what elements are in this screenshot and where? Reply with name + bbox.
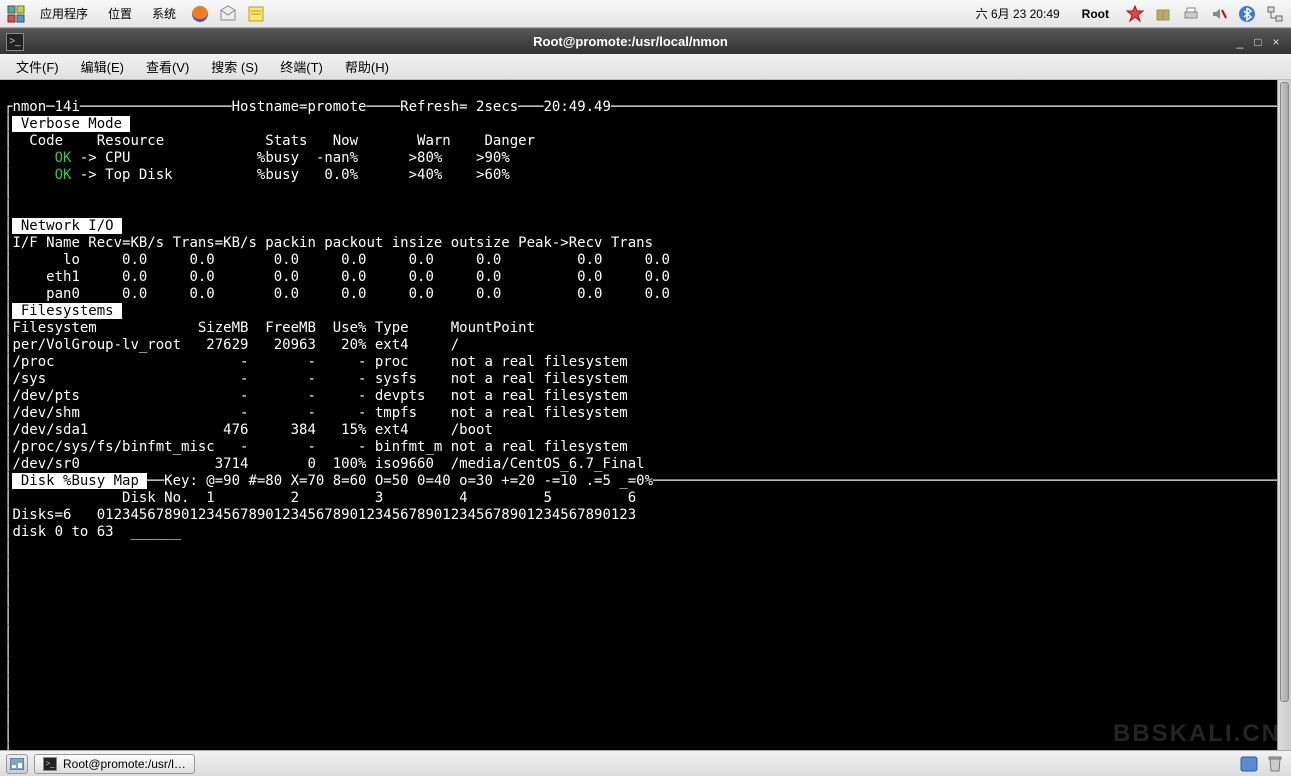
taskbar-label: Root@promote:/usr/l… bbox=[63, 757, 186, 771]
topdisk-row: -> Top Disk %busy 0.0% >40% >60% bbox=[71, 167, 509, 183]
workspace-switcher-icon[interactable] bbox=[1239, 754, 1259, 774]
scrollbar-thumb[interactable] bbox=[1280, 82, 1289, 702]
disk-busy-row: disk 0 to 63 ______ bbox=[12, 524, 181, 540]
window-title: Root@promote:/usr/local/nmon bbox=[30, 34, 1231, 49]
menu-applications[interactable]: 应用程序 bbox=[34, 3, 94, 24]
filesystems-title: Filesystems bbox=[12, 303, 122, 319]
net-row-pan0: pan0 0.0 0.0 0.0 0.0 0.0 0.0 0.0 0.0 bbox=[12, 286, 669, 302]
terminal-app-icon: >_ bbox=[6, 33, 24, 51]
cpu-row: -> CPU %busy -nan% >80% >90% bbox=[71, 150, 509, 166]
menu-system[interactable]: 系统 bbox=[146, 3, 182, 24]
nmon-hostname: Hostname=promote bbox=[232, 99, 367, 115]
fs-row: /dev/sda1 476 384 15% ext4 /boot bbox=[12, 422, 492, 438]
cpu-status-ok: OK bbox=[55, 150, 72, 166]
disk-busy-map-title: Disk %Busy Map bbox=[12, 473, 147, 489]
network-io-title: Network I/O bbox=[12, 218, 122, 234]
update-icon[interactable] bbox=[1125, 4, 1145, 24]
menu-terminal[interactable]: 终端(T) bbox=[270, 54, 333, 79]
firefox-icon[interactable] bbox=[190, 4, 210, 24]
menu-places[interactable]: 位置 bbox=[102, 3, 138, 24]
menu-help[interactable]: 帮助(H) bbox=[335, 54, 399, 79]
nmon-time: 20:49.49 bbox=[543, 99, 610, 115]
fs-row: /dev/sr0 3714 0 100% iso9660 /media/Cent… bbox=[12, 456, 644, 472]
taskbar-terminal-button[interactable]: >_ Root@promote:/usr/l… bbox=[34, 754, 195, 774]
disk-busy-header: Disk No. 1 2 3 4 5 6 bbox=[12, 490, 636, 506]
fs-header: Filesystem SizeMB FreeMB Use% Type Mount… bbox=[12, 320, 535, 336]
nmon-version: nmon─14i bbox=[12, 99, 79, 115]
fs-row: /proc/sys/fs/binfmt_misc - - - binfmt_m … bbox=[12, 439, 627, 455]
menu-edit[interactable]: 编辑(E) bbox=[71, 54, 134, 79]
nmon-refresh: Refresh= 2secs bbox=[400, 99, 518, 115]
trash-icon[interactable] bbox=[1265, 754, 1285, 774]
notes-icon[interactable] bbox=[246, 4, 266, 24]
watermark: BBSKALI.CN bbox=[1113, 720, 1281, 748]
terminal-task-icon: >_ bbox=[43, 757, 57, 771]
fs-row: /dev/pts - - - devpts not a real filesys… bbox=[12, 388, 627, 404]
fs-row: /dev/shm - - - tmpfs not a real filesyst… bbox=[12, 405, 627, 421]
minimize-button[interactable]: _ bbox=[1231, 33, 1249, 51]
maximize-button[interactable]: □ bbox=[1249, 33, 1267, 51]
close-button[interactable]: × bbox=[1267, 33, 1285, 51]
fs-row: /sys - - - sysfs not a real filesystem bbox=[12, 371, 627, 387]
gnome-menu-icon[interactable] bbox=[6, 4, 26, 24]
verbose-columns: Code Resource Stats Now Warn Danger bbox=[12, 133, 535, 149]
mail-icon[interactable] bbox=[218, 4, 238, 24]
volume-icon[interactable] bbox=[1209, 4, 1229, 24]
terminal-menubar: 文件(F) 编辑(E) 查看(V) 搜索 (S) 终端(T) 帮助(H) bbox=[0, 54, 1291, 80]
fs-row: per/VolGroup-lv_root 27629 20963 20% ext… bbox=[12, 337, 459, 353]
window-titlebar[interactable]: >_ Root@promote:/usr/local/nmon _ □ × bbox=[0, 28, 1291, 54]
package-icon[interactable] bbox=[1153, 4, 1173, 24]
net-row-eth1: eth1 0.0 0.0 0.0 0.0 0.0 0.0 0.0 0.0 bbox=[12, 269, 669, 285]
network-header: I/F Name Recv=KB/s Trans=KB/s packin pac… bbox=[12, 235, 653, 251]
user-menu[interactable]: Root bbox=[1074, 7, 1117, 21]
top-panel: 应用程序 位置 系统 六 6月 23 20:49 Root bbox=[0, 0, 1291, 28]
menu-view[interactable]: 查看(V) bbox=[136, 54, 199, 79]
disk-status-ok: OK bbox=[55, 167, 72, 183]
network-icon[interactable] bbox=[1265, 4, 1285, 24]
menu-file[interactable]: 文件(F) bbox=[6, 54, 69, 79]
bottom-panel: >_ Root@promote:/usr/l… bbox=[0, 750, 1291, 776]
fs-row: /proc - - - proc not a real filesystem bbox=[12, 354, 627, 370]
printer-icon[interactable] bbox=[1181, 4, 1201, 24]
terminal-area[interactable]: ┌nmon─14i──────────────────Hostname=prom… bbox=[0, 80, 1291, 750]
clock[interactable]: 六 6月 23 20:49 bbox=[970, 3, 1066, 24]
disk-busy-numbers: Disks=6 01234567890123456789012345678901… bbox=[12, 507, 636, 523]
verbose-mode-title: Verbose Mode bbox=[12, 116, 130, 132]
terminal-scrollbar[interactable] bbox=[1277, 80, 1291, 750]
menu-search[interactable]: 搜索 (S) bbox=[201, 54, 268, 79]
disk-busy-key: ──Key: @=90 #=80 X=70 8=60 O=50 0=40 o=3… bbox=[147, 473, 1291, 489]
show-desktop-button[interactable] bbox=[6, 754, 28, 774]
bluetooth-icon[interactable] bbox=[1237, 4, 1257, 24]
net-row-lo: lo 0.0 0.0 0.0 0.0 0.0 0.0 0.0 0.0 bbox=[12, 252, 669, 268]
